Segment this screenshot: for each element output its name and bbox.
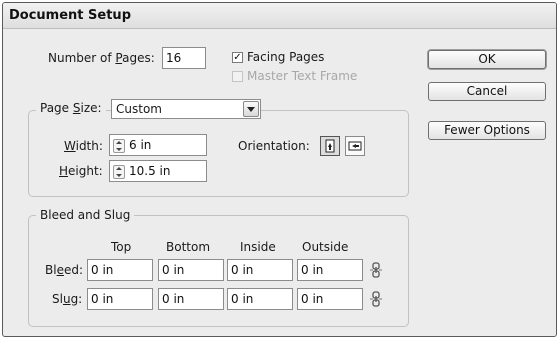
column-header-inside: Inside xyxy=(240,240,276,254)
bleed-label: Bleed: xyxy=(45,263,84,277)
master-text-frame-label: Master Text Frame xyxy=(247,69,358,83)
height-input[interactable]: 10.5 in xyxy=(109,160,207,182)
column-header-outside: Outside xyxy=(302,240,349,254)
slug-label: Slug: xyxy=(52,292,83,306)
bleed-inside-input[interactable]: 0 in xyxy=(227,259,293,281)
bleed-top-input[interactable]: 0 in xyxy=(87,259,153,281)
fewer-options-button[interactable]: Fewer Options xyxy=(428,121,546,140)
number-of-pages-label: Number of Pages: xyxy=(48,51,155,65)
title-bar[interactable]: Document Setup xyxy=(3,3,556,29)
chain-link-icon[interactable] xyxy=(370,291,382,307)
facing-pages-label[interactable]: Facing Pages xyxy=(247,50,324,64)
slug-top-input[interactable]: 0 in xyxy=(87,288,153,310)
page-size-label: Page Size: xyxy=(36,101,106,115)
height-value: 10.5 in xyxy=(129,164,171,178)
slug-inside-input[interactable]: 0 in xyxy=(227,288,293,310)
landscape-icon[interactable] xyxy=(345,136,365,156)
page-size-dropdown[interactable]: Custom xyxy=(111,99,261,119)
height-label: Height: xyxy=(59,164,103,178)
facing-pages-checkbox[interactable]: ✓ xyxy=(232,52,243,63)
master-text-frame-checkbox[interactable] xyxy=(232,71,243,82)
column-header-bottom: Bottom xyxy=(166,240,211,254)
width-stepper-icon[interactable] xyxy=(113,139,125,153)
orientation-label: Orientation: xyxy=(238,139,310,153)
height-stepper-icon[interactable] xyxy=(113,165,125,179)
ok-button[interactable]: OK xyxy=(428,50,546,69)
slug-outside-input[interactable]: 0 in xyxy=(297,288,363,310)
chain-link-icon[interactable] xyxy=(370,262,382,278)
document-setup-dialog: Document Setup Number of Pages: 16 ✓ Fac… xyxy=(2,2,557,337)
width-input[interactable]: 6 in xyxy=(109,134,207,156)
page-size-value: Custom xyxy=(116,102,162,116)
chevron-down-icon[interactable] xyxy=(243,101,259,117)
bleed-and-slug-title: Bleed and Slug xyxy=(36,208,135,222)
width-value: 6 in xyxy=(129,138,152,152)
portrait-icon[interactable] xyxy=(320,136,340,156)
column-header-top: Top xyxy=(111,240,132,254)
bleed-outside-input[interactable]: 0 in xyxy=(297,259,363,281)
slug-bottom-input[interactable]: 0 in xyxy=(158,288,224,310)
bleed-bottom-input[interactable]: 0 in xyxy=(158,259,224,281)
number-of-pages-input[interactable]: 16 xyxy=(162,47,206,69)
cancel-button[interactable]: Cancel xyxy=(428,82,546,101)
width-label: Width: xyxy=(64,139,103,153)
dialog-title: Document Setup xyxy=(9,8,131,23)
